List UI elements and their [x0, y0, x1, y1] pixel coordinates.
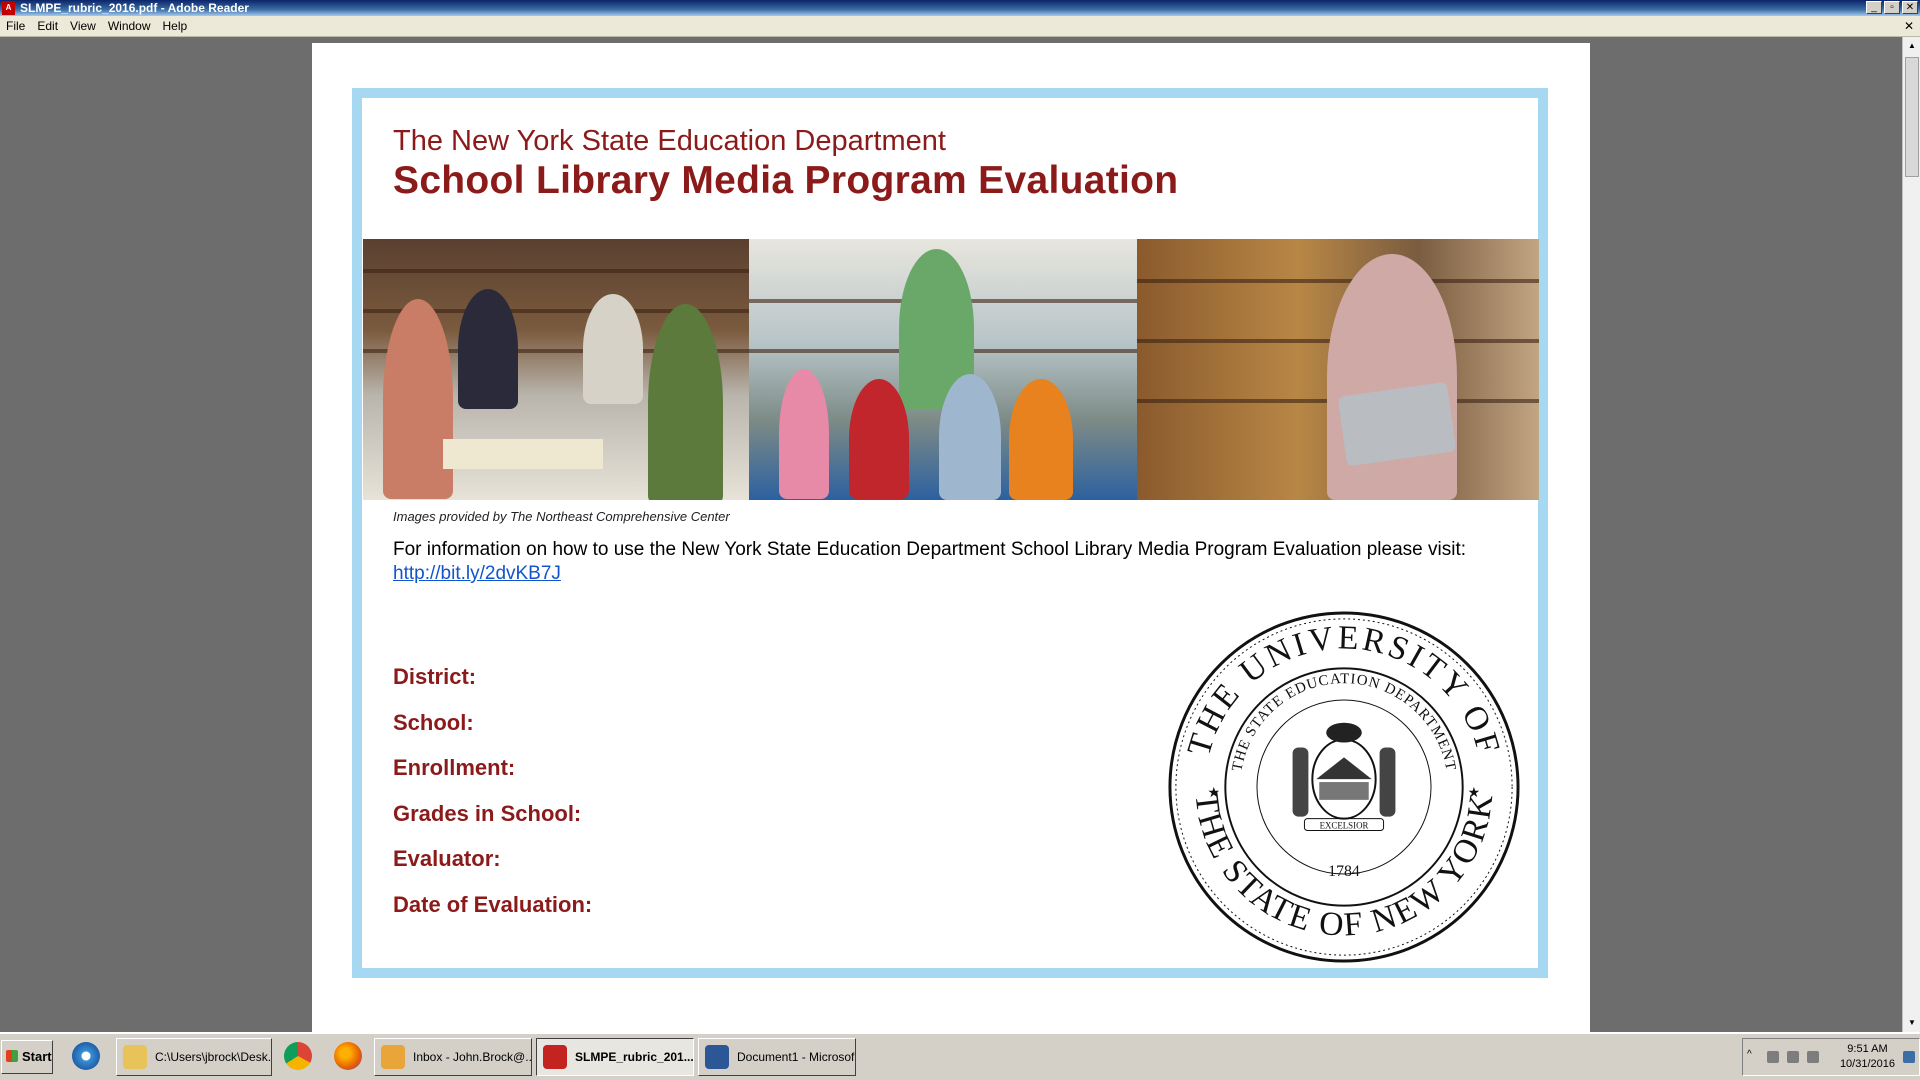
window-title-bar: A SLMPE_rubric_2016.pdf - Adobe Reader _… [0, 0, 1920, 16]
clock[interactable]: 9:51 AM 10/31/2016 [1840, 1042, 1895, 1072]
photo-banner [363, 239, 1539, 500]
field-grades: Grades in School: [393, 800, 582, 826]
seal-inner-text: THE STATE EDUCATION DEPARTMENT [1229, 671, 1457, 772]
taskbar: Start C:\Users\jbrock\Desk... Inbox - Jo… [0, 1032, 1920, 1080]
window-controls: _ ▫ ✕ [1866, 1, 1918, 14]
pdf-icon [543, 1045, 567, 1069]
vertical-scrollbar[interactable]: ▲ ▼ [1902, 37, 1920, 1032]
menu-edit[interactable]: Edit [31, 16, 64, 36]
field-date: Date of Evaluation: [393, 891, 593, 917]
woman-with-tablet-photo [1137, 239, 1539, 500]
document-title: School Library Media Program Evaluation [393, 159, 1179, 202]
seal-motto: EXCELSIOR [1320, 821, 1369, 831]
menu-file[interactable]: File [0, 16, 31, 36]
internet-explorer-icon[interactable] [72, 1042, 100, 1070]
chrome-icon[interactable] [284, 1042, 312, 1070]
seal-year: 1784 [1328, 863, 1360, 880]
minimize-button[interactable]: _ [1866, 1, 1882, 14]
scroll-down-icon[interactable]: ▼ [1905, 1016, 1919, 1030]
pdf-page: The New York State Education Department … [312, 43, 1590, 1032]
close-document-icon[interactable]: ✕ [1904, 16, 1914, 36]
show-hidden-icons-icon[interactable]: ^ [1747, 1049, 1752, 1060]
close-button[interactable]: ✕ [1902, 1, 1918, 14]
document-viewport[interactable]: The New York State Education Department … [0, 37, 1902, 1032]
info-text: For information on how to use the New Yo… [393, 539, 1467, 560]
system-tray: ^ 9:51 AM 10/31/2016 [1742, 1038, 1920, 1076]
clock-date: 10/31/2016 [1839, 1058, 1895, 1070]
start-button[interactable]: Start [1, 1040, 53, 1074]
restore-button[interactable]: ▫ [1884, 1, 1900, 14]
field-evaluator: Evaluator: [393, 846, 501, 871]
menu-window[interactable]: Window [102, 16, 157, 36]
svg-text:THE STATE EDUCATION DEPARTMENT: THE STATE EDUCATION DEPARTMENT [1229, 671, 1458, 772]
adobe-reader-icon: A [2, 1, 15, 15]
info-link[interactable]: http://bit.ly/2dvKB7J [393, 563, 561, 585]
clock-time: 9:51 AM [1847, 1043, 1888, 1055]
menu-bar: File Edit View Window Help ✕ [0, 16, 1920, 37]
windows-flag-icon [6, 1050, 18, 1062]
menu-help[interactable]: Help [157, 16, 194, 36]
image-caption: Images provided by The Northeast Compreh… [393, 509, 730, 524]
teacher-reading-photo [749, 239, 1137, 500]
taskbar-item-explorer[interactable]: C:\Users\jbrock\Desk... [116, 1038, 272, 1076]
folder-icon [123, 1045, 147, 1069]
svg-text:★: ★ [1208, 784, 1220, 800]
network-icon[interactable] [1787, 1051, 1799, 1063]
start-label: Start [22, 1049, 52, 1064]
field-enrollment: Enrollment: [393, 755, 516, 780]
tray-app-icon[interactable] [1767, 1051, 1779, 1063]
word-icon [705, 1045, 729, 1069]
state-seal: THE UNIVERSITY OF THE STATE OF NEW YORK … [1168, 611, 1520, 963]
volume-icon[interactable] [1807, 1051, 1819, 1063]
menu-view[interactable]: View [64, 16, 102, 36]
evaluation-fields: District: School: Enrollment: Grades in … [393, 663, 592, 936]
outlook-icon [381, 1045, 405, 1069]
scroll-thumb[interactable] [1905, 57, 1919, 177]
taskbar-item-word[interactable]: Document1 - Microsof... [698, 1038, 856, 1076]
students-at-table-photo [363, 239, 749, 500]
field-school: School: [393, 709, 474, 735]
svg-text:★: ★ [1468, 784, 1480, 800]
action-center-icon[interactable] [1903, 1051, 1915, 1063]
scroll-up-icon[interactable]: ▲ [1905, 39, 1919, 53]
window-title: SLMPE_rubric_2016.pdf - Adobe Reader [20, 1, 249, 15]
taskbar-item-outlook[interactable]: Inbox - John.Brock@... [374, 1038, 532, 1076]
field-district: District: [393, 664, 477, 689]
department-heading: The New York State Education Department [393, 125, 946, 157]
firefox-icon[interactable] [334, 1042, 362, 1070]
taskbar-item-adobe-reader[interactable]: SLMPE_rubric_201... [536, 1038, 694, 1076]
